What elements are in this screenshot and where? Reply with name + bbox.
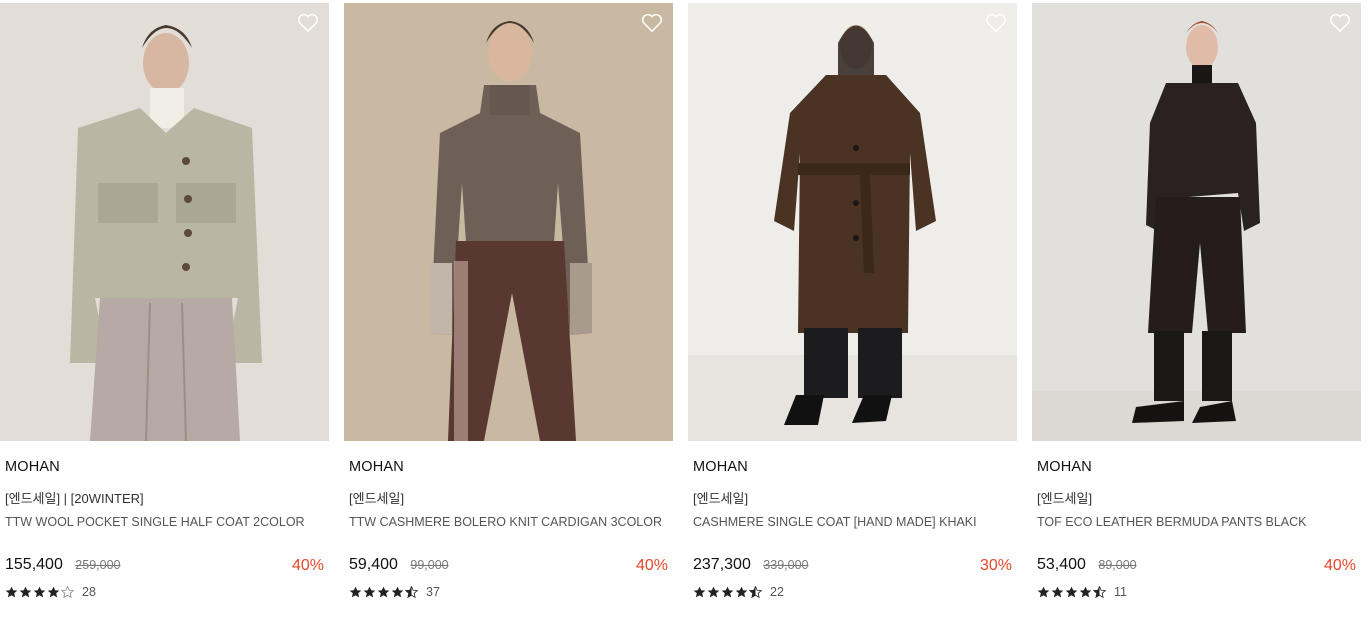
model-photo [1032,3,1361,441]
product-tag: [엔드세일] [349,491,405,506]
heart-outline-icon[interactable] [1329,13,1351,33]
brand-name[interactable]: MOHAN [349,459,673,477]
star-icon [377,586,390,598]
star-icon [693,586,706,598]
heart-outline-icon[interactable] [297,13,319,33]
original-price: 99,000 [410,558,449,572]
heart-outline-icon[interactable] [641,13,663,33]
sale-price: 59,400 [349,556,398,573]
original-price: 339,000 [763,558,809,572]
discount-rate: 40% [291,557,324,574]
brand-name[interactable]: MOHAN [1037,459,1361,477]
product-card[interactable]: MOHAN [엔드세일] CASHMERE SINGLE COAT [HAND … [688,3,1017,599]
star-icon [1065,586,1078,598]
price-row: 53,400 89,000 40% [1037,556,1361,578]
product-grid: MOHAN [엔드세일] | [20WINTER] TTW WOOL POCKE… [0,0,1370,639]
product-image[interactable] [344,3,673,441]
heart-outline-icon[interactable] [985,13,1007,33]
model-photo [344,3,673,441]
star-icon [1079,586,1092,598]
product-card[interactable]: MOHAN [엔드세일] TOF ECO LEATHER BERMUDA PAN… [1032,3,1361,599]
star-icon [1093,586,1106,598]
star-icon [363,586,376,598]
sale-price: 53,400 [1037,556,1086,573]
brand-name[interactable]: MOHAN [5,459,329,477]
star-icon [1051,586,1064,598]
product-name[interactable]: CASHMERE SINGLE COAT [HAND MADE] KHAKI [693,514,1011,546]
review-count: 11 [1114,585,1127,599]
star-icon [405,586,418,598]
discount-rate: 40% [1323,557,1356,574]
product-image[interactable] [688,3,1017,441]
product-name[interactable]: TTW WOOL POCKET SINGLE HALF COAT 2COLOR [5,514,323,546]
brand-name[interactable]: MOHAN [693,459,1017,477]
product-tag: [엔드세일] [1037,491,1093,506]
star-icon [1037,586,1050,598]
product-card[interactable]: MOHAN [엔드세일] TTW CASHMERE BOLERO KNIT CA… [344,3,673,599]
product-tag: [엔드세일] | [20WINTER] [5,491,144,506]
price-row: 59,400 99,000 40% [349,556,673,578]
product-name[interactable]: TTW CASHMERE BOLERO KNIT CARDIGAN 3COLOR [349,514,667,546]
product-name[interactable]: TOF ECO LEATHER BERMUDA PANTS BLACK [1037,514,1355,546]
star-icon [349,586,362,598]
price-row: 237,300 339,000 30% [693,556,1017,578]
star-icon [5,586,18,598]
star-icon [721,586,734,598]
rating-row: 37 [349,585,673,599]
sale-price: 155,400 [5,556,63,573]
star-icon [33,586,46,598]
star-icon [19,586,32,598]
review-count: 37 [426,585,440,599]
original-price: 89,000 [1098,558,1137,572]
rating-row: 11 [1037,585,1361,599]
star-rating [349,586,418,598]
review-count: 28 [82,585,96,599]
discount-rate: 40% [635,557,668,574]
star-icon [47,586,60,598]
product-card[interactable]: MOHAN [엔드세일] | [20WINTER] TTW WOOL POCKE… [0,3,329,599]
star-rating [5,586,74,598]
star-icon [61,586,74,598]
star-icon [707,586,720,598]
product-image[interactable] [1032,3,1361,441]
price-row: 155,400 259,000 40% [5,556,329,578]
review-count: 22 [770,585,784,599]
original-price: 259,000 [75,558,121,572]
star-icon [391,586,404,598]
star-rating [1037,586,1106,598]
star-icon [735,586,748,598]
star-icon [749,586,762,598]
star-rating [693,586,762,598]
discount-rate: 30% [979,557,1012,574]
product-tag: [엔드세일] [693,491,749,506]
product-image[interactable] [0,3,329,441]
model-photo [0,3,329,441]
sale-price: 237,300 [693,556,751,573]
model-photo [688,3,1017,441]
rating-row: 28 [5,585,329,599]
rating-row: 22 [693,585,1017,599]
